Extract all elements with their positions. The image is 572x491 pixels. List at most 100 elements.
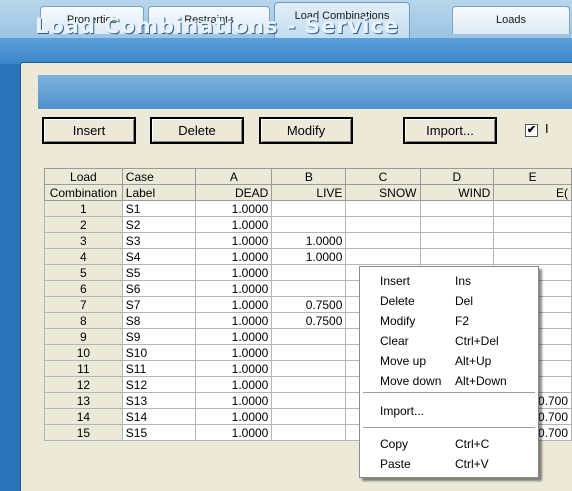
case-label-cell[interactable]: S6 [121, 280, 197, 297]
row-number-cell[interactable]: 11 [44, 360, 123, 377]
live-factor-cell[interactable]: 1.0000 [271, 248, 347, 265]
dead-factor-cell[interactable]: 1.0000 [195, 232, 273, 249]
menu-item-move-down[interactable]: Move down Alt+Down [360, 372, 538, 391]
column-header[interactable]: E [493, 168, 572, 185]
dead-factor-cell[interactable]: 1.0000 [195, 312, 273, 329]
row-number-cell[interactable]: 1 [44, 200, 123, 217]
snow-factor-cell[interactable] [345, 248, 421, 265]
row-number-cell[interactable]: 13 [44, 392, 123, 409]
case-label-cell[interactable]: S12 [121, 376, 197, 393]
live-factor-cell[interactable]: 0.7500 [271, 296, 347, 313]
dead-factor-cell[interactable]: 1.0000 [195, 296, 273, 313]
row-number-cell[interactable]: 7 [44, 296, 123, 313]
insert-button[interactable]: Insert [42, 117, 136, 144]
menu-item-paste[interactable]: Paste Ctrl+V [360, 455, 538, 474]
row-number-cell[interactable]: 4 [44, 248, 123, 265]
row-number-cell[interactable]: 10 [44, 344, 123, 361]
column-header[interactable]: WIND [419, 184, 495, 201]
column-header[interactable]: DEAD [195, 184, 273, 201]
column-header[interactable]: Combination [44, 184, 123, 201]
case-label-cell[interactable]: S9 [121, 328, 197, 345]
column-header[interactable]: Label [121, 184, 197, 201]
dead-factor-cell[interactable]: 1.0000 [195, 280, 273, 297]
row-number-cell[interactable]: 14 [44, 408, 123, 425]
wind-factor-cell[interactable] [419, 216, 495, 233]
column-header[interactable]: D [419, 168, 495, 185]
dead-factor-cell[interactable]: 1.0000 [195, 344, 273, 361]
menu-item-copy[interactable]: Copy Ctrl+C [360, 435, 538, 454]
menu-item-modify[interactable]: Modify F2 [360, 312, 538, 331]
row-number-cell[interactable]: 15 [44, 424, 123, 441]
live-factor-cell[interactable] [271, 424, 347, 441]
case-label-cell[interactable]: S11 [121, 360, 197, 377]
live-factor-cell[interactable] [271, 392, 347, 409]
case-label-cell[interactable]: S1 [121, 200, 197, 217]
column-header[interactable]: B [271, 168, 347, 185]
dead-factor-cell[interactable]: 1.0000 [195, 376, 273, 393]
row-number-cell[interactable]: 12 [44, 376, 123, 393]
column-header[interactable]: C [345, 168, 421, 185]
e-factor-cell[interactable] [493, 248, 572, 265]
table-row[interactable]: 2 S2 1.0000 [44, 216, 572, 233]
import-button[interactable]: Import... [403, 117, 497, 144]
case-label-cell[interactable]: S13 [121, 392, 197, 409]
live-factor-cell[interactable] [271, 408, 347, 425]
tab-loads[interactable]: Loads [452, 6, 570, 34]
menu-item-clear[interactable]: Clear Ctrl+Del [360, 332, 538, 351]
case-label-cell[interactable]: S5 [121, 264, 197, 281]
row-number-cell[interactable]: 9 [44, 328, 123, 345]
case-label-cell[interactable]: S2 [121, 216, 197, 233]
wind-factor-cell[interactable] [419, 232, 495, 249]
menu-item-import[interactable]: Import... [360, 402, 538, 421]
table-row[interactable]: 4 S4 1.0000 1.0000 [44, 248, 572, 265]
case-label-cell[interactable]: S7 [121, 296, 197, 313]
live-factor-cell[interactable] [271, 264, 347, 281]
menu-item-move-up[interactable]: Move up Alt+Up [360, 352, 538, 371]
live-factor-cell[interactable]: 0.7500 [271, 312, 347, 329]
table-row[interactable]: 3 S3 1.0000 1.0000 [44, 232, 572, 249]
dead-factor-cell[interactable]: 1.0000 [195, 360, 273, 377]
e-factor-cell[interactable] [493, 200, 572, 217]
live-factor-cell[interactable] [271, 216, 347, 233]
e-factor-cell[interactable] [493, 232, 572, 249]
dead-factor-cell[interactable]: 1.0000 [195, 200, 273, 217]
row-number-cell[interactable]: 3 [44, 232, 123, 249]
snow-factor-cell[interactable] [345, 216, 421, 233]
case-label-cell[interactable]: S4 [121, 248, 197, 265]
column-header[interactable]: E( [493, 184, 572, 201]
live-factor-cell[interactable]: 1.0000 [271, 232, 347, 249]
dead-factor-cell[interactable]: 1.0000 [195, 264, 273, 281]
wind-factor-cell[interactable] [419, 200, 495, 217]
case-label-cell[interactable]: S8 [121, 312, 197, 329]
row-number-cell[interactable]: 5 [44, 264, 123, 281]
row-number-cell[interactable]: 6 [44, 280, 123, 297]
dead-factor-cell[interactable]: 1.0000 [195, 424, 273, 441]
row-number-cell[interactable]: 2 [44, 216, 123, 233]
menu-item-delete[interactable]: Delete Del [360, 292, 538, 311]
delete-button[interactable]: Delete [150, 117, 244, 144]
checkbox[interactable]: ✔ [525, 124, 538, 137]
snow-factor-cell[interactable] [345, 232, 421, 249]
case-label-cell[interactable]: S3 [121, 232, 197, 249]
e-factor-cell[interactable] [493, 216, 572, 233]
live-factor-cell[interactable] [271, 360, 347, 377]
case-label-cell[interactable]: S15 [121, 424, 197, 441]
row-number-cell[interactable]: 8 [44, 312, 123, 329]
live-factor-cell[interactable] [271, 280, 347, 297]
menu-item-insert[interactable]: Insert Ins [360, 272, 538, 291]
case-label-cell[interactable]: S10 [121, 344, 197, 361]
column-header[interactable]: A [195, 168, 273, 185]
modify-button[interactable]: Modify [259, 117, 353, 144]
dead-factor-cell[interactable]: 1.0000 [195, 328, 273, 345]
dead-factor-cell[interactable]: 1.0000 [195, 248, 273, 265]
table-row[interactable]: 1 S1 1.0000 [44, 200, 572, 217]
live-factor-cell[interactable] [271, 328, 347, 345]
wind-factor-cell[interactable] [419, 248, 495, 265]
case-label-cell[interactable]: S14 [121, 408, 197, 425]
dead-factor-cell[interactable]: 1.0000 [195, 216, 273, 233]
live-factor-cell[interactable] [271, 376, 347, 393]
column-header[interactable]: Load [44, 168, 123, 185]
dead-factor-cell[interactable]: 1.0000 [195, 392, 273, 409]
column-header[interactable]: Case [121, 168, 197, 185]
live-factor-cell[interactable] [271, 200, 347, 217]
